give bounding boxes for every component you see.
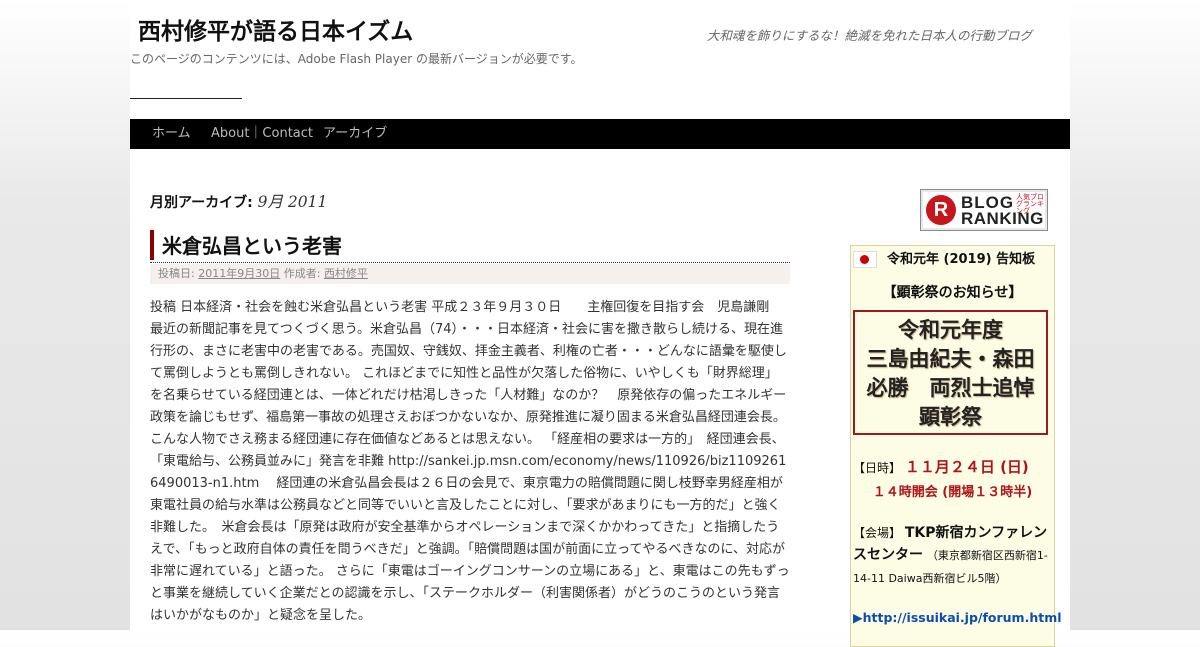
event-date-value: １１月２４日 (日) <box>904 458 1029 476</box>
post-author-link[interactable]: 西村修平 <box>324 267 368 280</box>
blog-ranking-banner[interactable]: R BLOG RANKING 人気ブログランキング <box>920 189 1048 231</box>
nav-about-contact[interactable]: About｜Contact <box>211 119 313 148</box>
event-title-line1: 令和元年度 <box>898 318 1003 342</box>
blog-ranking-logo-icon: R <box>926 195 956 225</box>
nav-archive[interactable]: アーカイブ <box>323 119 387 148</box>
event-date-label: 【日時】 <box>853 461 902 475</box>
event-title-line3: 必勝 両烈士追悼 <box>866 376 1035 400</box>
event-date: 【日時】 １１月２４日 (日) <box>853 456 1029 477</box>
post-title-divider <box>150 262 790 263</box>
event-venue-label: 【会場】 <box>853 526 902 540</box>
notice-subheading: 【顕彰祭のお知らせ】 <box>882 285 1023 301</box>
post-date-prefix: 投稿日: <box>158 267 195 280</box>
notice-widget: 令和元年 (2019) 告知板 【顕彰祭のお知らせ】 令和元年度 三島由紀夫・森… <box>850 245 1062 647</box>
event-venue: 【会場】 TKP新宿カンファレンスセンター （東京都新宿区西新宿1-14-11 … <box>853 522 1052 590</box>
event-time: １４時開会 (開場１３時半) <box>872 485 1033 500</box>
event-title-line4: 顕彰祭 <box>919 405 982 429</box>
post-date-link[interactable]: 2011年9月30日 <box>198 267 280 280</box>
archive-heading: 月別アーカイブ: 9月 2011 <box>150 190 327 212</box>
header-divider <box>130 98 242 99</box>
japan-flag-icon <box>853 251 877 268</box>
flash-player-notice: このページのコンテンツには、Adobe Flash Player の最新バージョ… <box>130 52 583 66</box>
archive-label: 月別アーカイブ: <box>150 195 253 211</box>
memorial-event-box: 令和元年度 三島由紀夫・森田 必勝 両烈士追悼 顕彰祭 <box>853 310 1048 435</box>
page: 西村修平が語る日本イズム 大和魂を飾りにするな！絶滅を免れた日本人の行動ブログ … <box>130 0 1070 647</box>
nav-home[interactable]: ホーム <box>152 119 191 148</box>
blog-ranking-caption: 人気ブログランキング <box>1016 193 1044 215</box>
event-forum-link[interactable]: ▶http://issuikai.jp/forum.html <box>853 610 1062 625</box>
archive-month: 9月 2011 <box>257 193 328 211</box>
main-navigation: ホーム About｜Contact アーカイブ <box>130 119 1070 149</box>
event-title-line2: 三島由紀夫・森田 <box>866 347 1035 371</box>
notice-heading: 令和元年 (2019) 告知板 <box>887 252 1036 267</box>
post-body: 投稿 日本経済・社会を蝕む米倉弘昌という老害 平成２３年９月３０日 主権回復を目… <box>150 300 796 623</box>
post-title[interactable]: 米倉弘昌という老害 <box>150 230 798 260</box>
post-meta: 投稿日: 2011年9月30日 作成者: 西村修平 <box>150 264 790 284</box>
site-title[interactable]: 西村修平が語る日本イズム <box>138 12 413 46</box>
post-author-prefix: 作成者: <box>283 267 321 280</box>
site-description: 大和魂を飾りにするな！絶滅を免れた日本人の行動ブログ <box>706 28 1032 43</box>
